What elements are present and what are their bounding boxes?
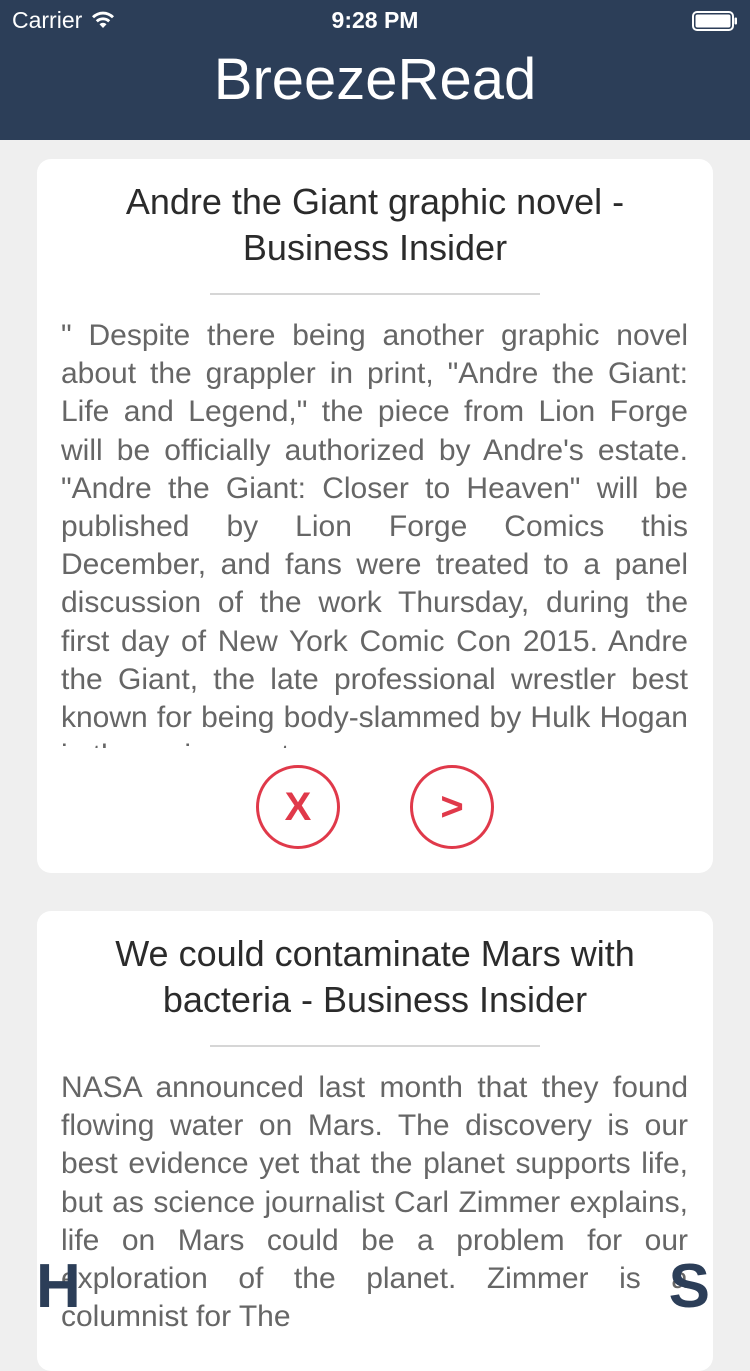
article-card[interactable]: We could contaminate Mars with bacteria … (37, 911, 713, 1371)
battery-icon (692, 11, 737, 31)
open-label: > (440, 785, 464, 829)
title-divider (210, 293, 540, 295)
article-card[interactable]: Andre the Giant graphic novel - Business… (37, 159, 713, 873)
settings-button[interactable]: S (669, 1252, 710, 1322)
article-actions: X > (37, 765, 713, 849)
open-article-button[interactable]: > (410, 765, 494, 849)
home-button[interactable]: H (36, 1252, 81, 1322)
status-time: 9:28 PM (331, 7, 419, 33)
app-title: BreezeRead (213, 47, 537, 112)
app-header: Carrier 9:28 PM BreezeRead (0, 0, 750, 140)
dismiss-button[interactable]: X (256, 765, 340, 849)
article-title: We could contaminate Mars with bacteria … (115, 933, 635, 1020)
dismiss-label: X (284, 785, 312, 829)
article-body: " Despite there being another graphic no… (61, 319, 688, 748)
title-divider (210, 1045, 540, 1047)
article-body: NASA announced last month that they foun… (61, 1071, 688, 1334)
article-title: Andre the Giant graphic novel - Business… (125, 181, 625, 268)
